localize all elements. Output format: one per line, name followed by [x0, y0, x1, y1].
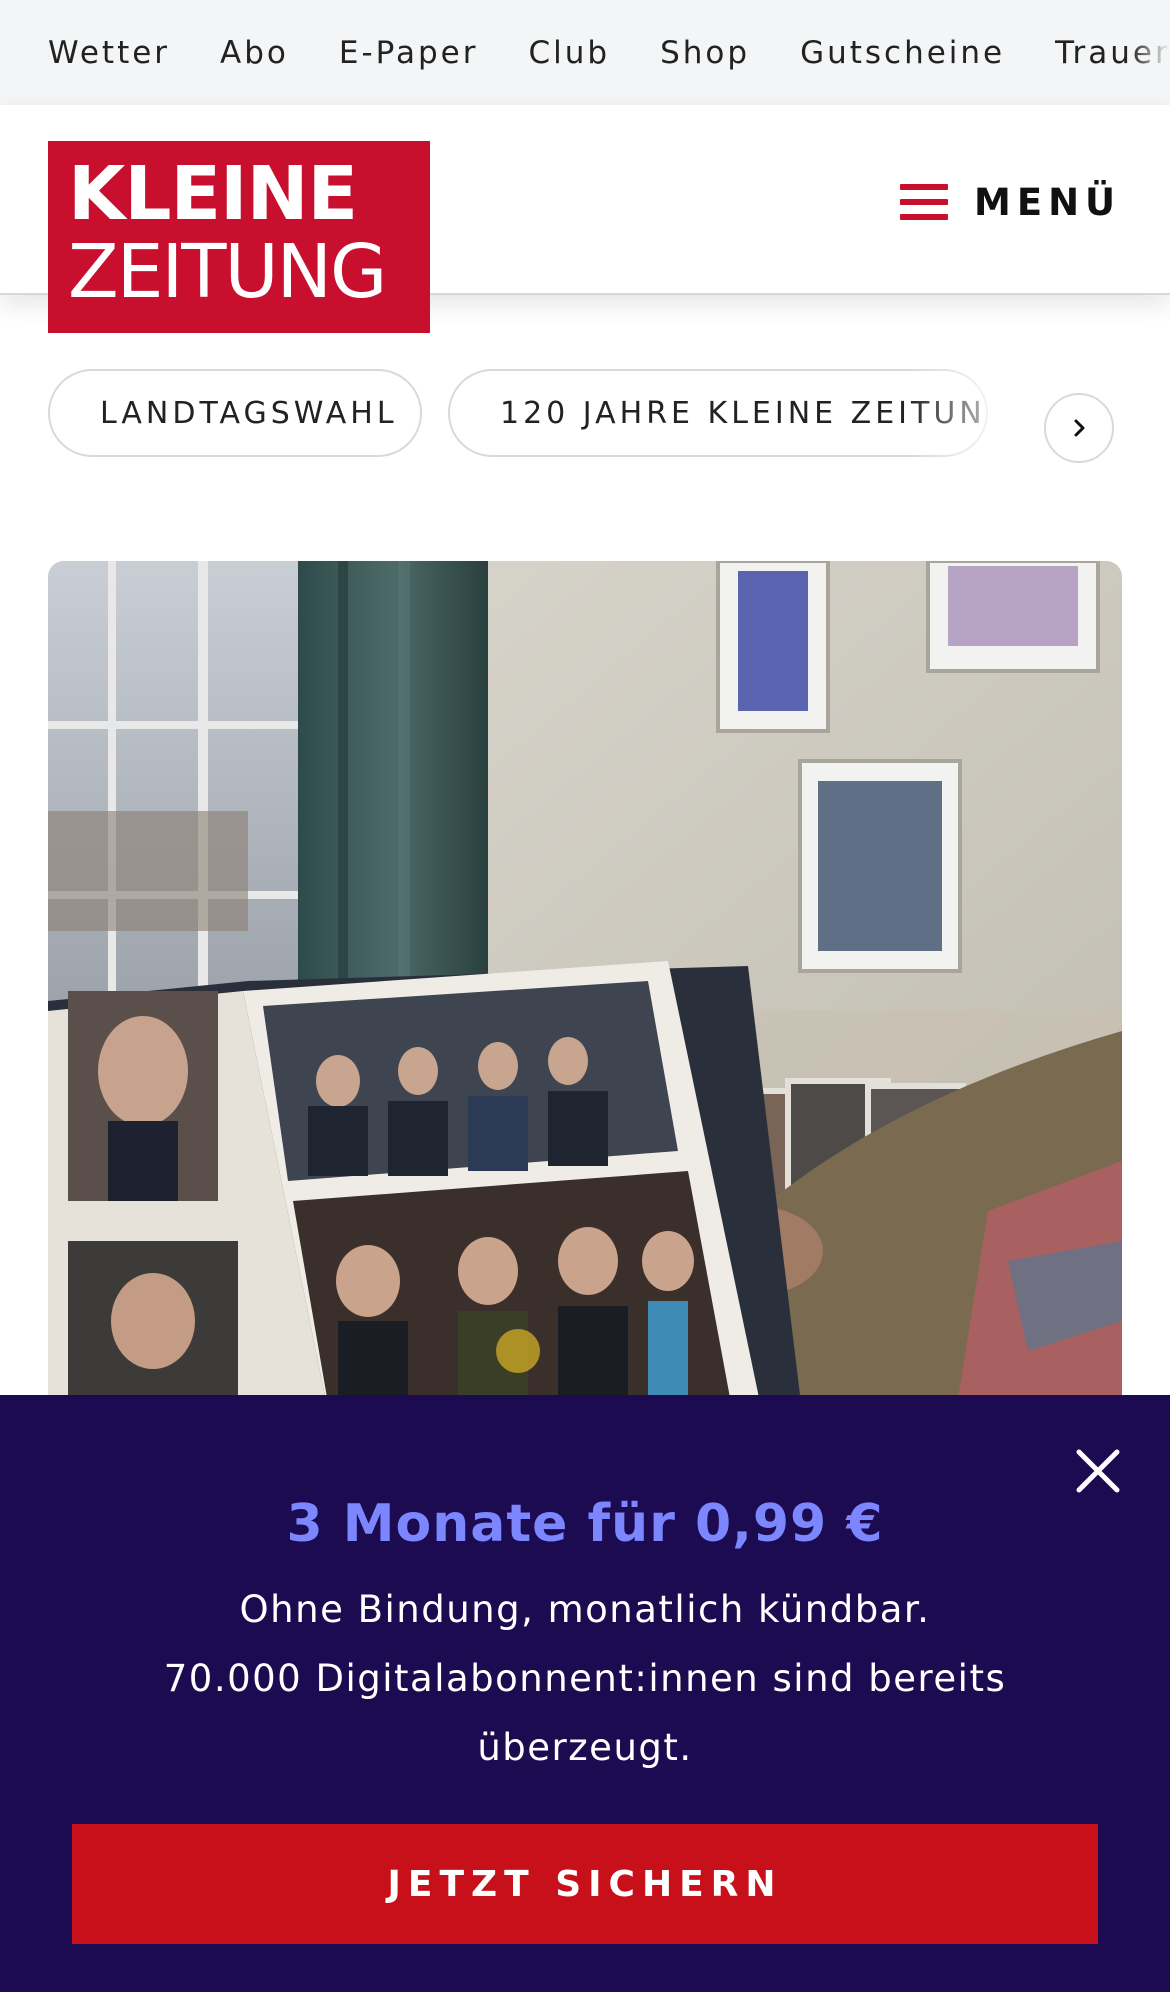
topic-chip-landtagswahl[interactable]: LANDTAGSWAHL — [48, 369, 422, 457]
chevron-right-icon — [1074, 419, 1085, 437]
promo-description: Ohne Bindung, monatlich kündbar. 70.000 … — [150, 1575, 1020, 1782]
topic-chip-120-jahre[interactable]: 120 JAHRE KLEINE ZEITUNG — [448, 369, 988, 457]
topic-chips: LANDTAGSWAHL 120 JAHRE KLEINE ZEITUNG — [48, 369, 1122, 469]
jetzt-sichern-button[interactable]: JETZT SICHERN — [72, 1824, 1098, 1944]
promo-close-button[interactable] — [1074, 1447, 1122, 1495]
logo-line-1: KLEINE — [68, 151, 358, 237]
topnav-link-gutscheine[interactable]: Gutscheine — [800, 35, 1005, 71]
logo-line-2: ZEITUNG — [68, 229, 387, 315]
kleine-zeitung-logo[interactable]: KLEINE ZEITUNG — [48, 141, 430, 333]
close-icon — [1076, 1449, 1120, 1493]
promo-text-line-1: Ohne Bindung, monatlich kündbar. — [239, 1588, 931, 1631]
topnav-link-shop[interactable]: Shop — [660, 35, 750, 71]
menu-label: MENÜ — [974, 180, 1122, 224]
top-utility-nav: Wetter Abo E-Paper Club Shop Gutscheine … — [0, 0, 1170, 105]
topnav-link-club[interactable]: Club — [528, 35, 610, 71]
top-utility-links: Wetter Abo E-Paper Club Shop Gutscheine … — [48, 0, 1170, 105]
topnav-link-wetter[interactable]: Wetter — [48, 35, 170, 71]
subscription-promo-banner: 3 Monate für 0,99 € Ohne Bindung, monatl… — [0, 1395, 1170, 1992]
menu-button[interactable]: MENÜ — [900, 175, 1121, 229]
chips-next-button[interactable] — [1044, 393, 1114, 463]
topnav-link-epaper[interactable]: E-Paper — [339, 35, 479, 71]
topnav-fade — [1130, 0, 1170, 105]
promo-text-line-2: 70.000 Digitalabonnent:innen sind bereit… — [163, 1657, 1007, 1769]
hamburger-icon — [900, 184, 948, 220]
photo-album-illustration — [48, 561, 1122, 1461]
topnav-link-abo[interactable]: Abo — [220, 35, 289, 71]
site-header: KLEINE ZEITUNG MENÜ — [0, 105, 1170, 333]
promo-title: 3 Monate für 0,99 € — [286, 1494, 884, 1554]
hero-image[interactable] — [48, 561, 1122, 1461]
